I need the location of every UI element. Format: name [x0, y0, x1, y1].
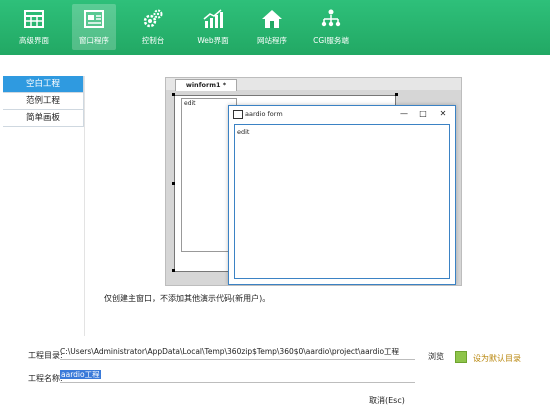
toolbar-label: Web界面 [197, 36, 229, 45]
set-default-dir-label[interactable]: 设为默认目录 [473, 353, 521, 364]
toolbar-label: CGI服务端 [313, 36, 349, 45]
project-name-value: aardio工程 [60, 370, 101, 379]
project-dir-label: 工程目录: [28, 351, 63, 360]
preview-window-titlebar: aardio form — □ ✕ [229, 106, 455, 122]
preview-doc-tab: winform1 * [175, 79, 237, 91]
project-name-field[interactable]: aardio工程 [60, 368, 415, 383]
toolbar-web-ui[interactable]: Web界面 [191, 4, 235, 50]
toolbar-label: 高级界面 [19, 36, 49, 45]
toolbar-advanced-ui[interactable]: 高级界面 [12, 4, 56, 50]
resize-handle [172, 269, 175, 272]
gears-icon [143, 9, 163, 28]
preview-app-window: aardio form — □ ✕ edit [228, 105, 456, 285]
home-icon [262, 10, 282, 28]
toolbar-website-program[interactable]: 网站程序 [250, 4, 294, 50]
project-dir-field[interactable]: C:\Users\Administrator\AppData\Local\Tem… [60, 345, 415, 360]
sidebar-item-sample-project[interactable]: 范例工程 [3, 93, 84, 110]
resize-handle [395, 93, 398, 96]
resize-handle [172, 93, 175, 96]
main-toolbar: 高级界面 窗口程序 控制台 Web界面 网站程序 CGI服务端 [0, 0, 550, 55]
preview-window-title: aardio form [245, 110, 283, 118]
window-logo-icon [233, 110, 243, 119]
window-form-icon [84, 10, 104, 28]
project-dir-value: C:\Users\Administrator\AppData\Local\Tem… [60, 347, 400, 356]
toolbar-cgi-server[interactable]: CGI服务端 [309, 4, 353, 50]
maximize-icon: □ [419, 109, 427, 118]
toolbar-label: 控制台 [141, 36, 165, 45]
toolbar-window-program[interactable]: 窗口程序 [72, 4, 116, 50]
minimize-icon: — [400, 109, 408, 118]
toolbar-label: 网站程序 [257, 36, 287, 45]
grid-window-icon [24, 10, 44, 28]
template-sidebar: 空白工程 范例工程 简单画板 [3, 76, 84, 127]
cancel-button[interactable]: 取消(Esc) [369, 395, 405, 406]
sidebar-item-simple-canvas[interactable]: 简单画板 [3, 110, 84, 127]
toolbar-label: 窗口程序 [79, 36, 109, 45]
project-name-label: 工程名称: [28, 374, 63, 383]
browse-button[interactable]: 浏览 [428, 351, 444, 362]
set-default-dir-checkbox[interactable] [455, 351, 467, 363]
sidebar-divider [84, 76, 85, 336]
toolbar-console[interactable]: 控制台 [131, 4, 175, 50]
template-preview: winform1 * edit aardio form — □ ✕ edit [165, 77, 462, 286]
preview-tabstrip: winform1 * [166, 78, 461, 91]
close-icon: ✕ [439, 109, 447, 118]
preview-window-edit-text: edit [237, 128, 250, 136]
org-chart-icon [321, 9, 341, 27]
template-description: 仅创建主窗口，不添加其他演示代码(新用户)。 [104, 294, 271, 303]
sidebar-item-blank-project[interactable]: 空白工程 [3, 76, 84, 93]
resize-handle [172, 182, 175, 185]
bar-chart-icon [203, 9, 223, 28]
preview-window-edit: edit [234, 124, 450, 279]
